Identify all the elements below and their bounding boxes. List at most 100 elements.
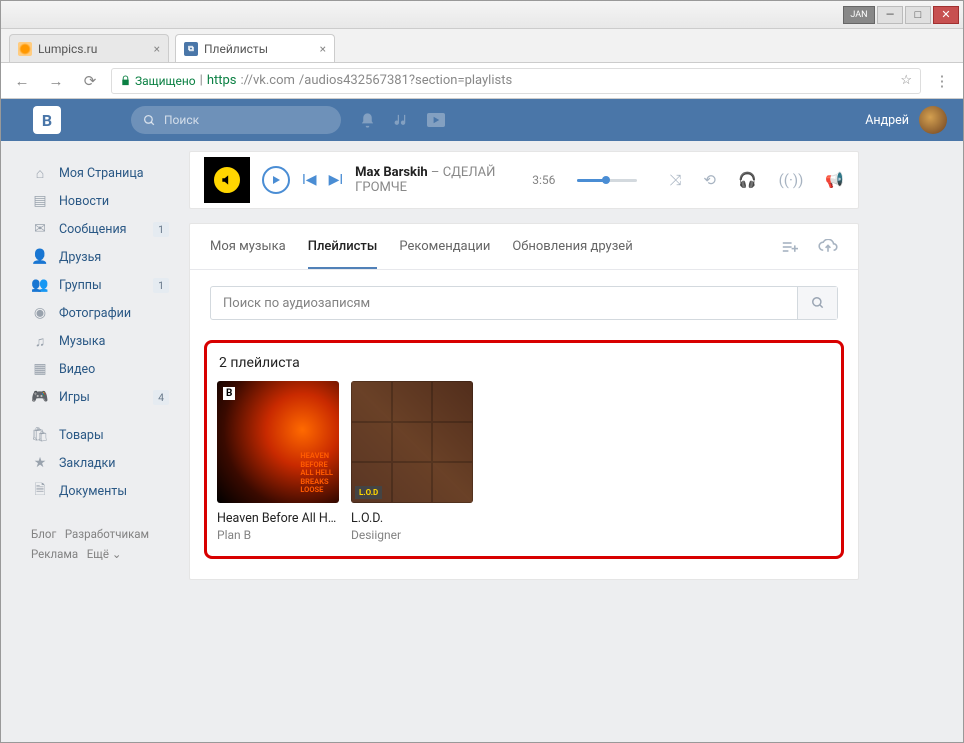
headphones-icon[interactable]: 🎧 bbox=[738, 171, 757, 189]
playlist-title: L.O.D. bbox=[351, 511, 473, 526]
sidebar-item-friends[interactable]: 👤Друзья bbox=[25, 243, 175, 271]
audio-player: I◀ ▶I Max Barskih – СДЕЛАЙ ГРОМЧЕ 3:56 ⤨… bbox=[189, 151, 859, 209]
sidebar-item-mypage[interactable]: ⌂Моя Страница bbox=[25, 159, 175, 187]
sidebar-footer: Блог Разработчикам Реклама Ещё ⌄ bbox=[25, 525, 175, 564]
vk-logo[interactable]: B bbox=[33, 106, 61, 134]
sidebar-item-bookmarks[interactable]: ★Закладки bbox=[25, 449, 175, 477]
close-icon[interactable]: × bbox=[154, 42, 160, 56]
sidebar: ⌂Моя Страница ▤Новости ✉Сообщения1 👤Друз… bbox=[25, 151, 175, 580]
sidebar-item-games[interactable]: 🎮Игры4 bbox=[25, 383, 175, 411]
friends-icon: 👤 bbox=[31, 249, 49, 265]
upload-icon[interactable] bbox=[818, 239, 838, 255]
bookmark-icon: ★ bbox=[31, 455, 49, 471]
play-button[interactable] bbox=[262, 166, 290, 194]
sidebar-item-messages[interactable]: ✉Сообщения1 bbox=[25, 215, 175, 243]
username: Андрей bbox=[865, 113, 909, 128]
close-button[interactable]: ✕ bbox=[933, 6, 959, 24]
playlist-cover bbox=[217, 381, 339, 503]
docs-icon: 🗎 bbox=[31, 479, 49, 503]
footer-devs[interactable]: Разработчикам bbox=[65, 527, 149, 541]
tab-playlists[interactable]: Плейлисты bbox=[308, 224, 378, 269]
avatar bbox=[919, 106, 947, 134]
prev-button[interactable]: I◀ bbox=[302, 172, 317, 188]
track-cover[interactable] bbox=[204, 157, 250, 203]
header-search[interactable]: Поиск bbox=[131, 106, 341, 134]
minimize-button[interactable]: — bbox=[877, 6, 903, 24]
tab-my-music[interactable]: Моя музыка bbox=[210, 224, 286, 269]
badge: 4 bbox=[153, 390, 169, 405]
playlist-item[interactable]: Heaven Before All Hell ... Plan B bbox=[217, 381, 339, 542]
search-icon bbox=[143, 114, 156, 127]
url-path: /audios432567381?section=playlists bbox=[299, 73, 512, 88]
sidebar-item-docs[interactable]: 🗎Документы bbox=[25, 477, 175, 505]
broadcast-icon[interactable]: ((·)) bbox=[779, 171, 804, 189]
tab-recommendations[interactable]: Рекомендации bbox=[399, 224, 490, 269]
photo-icon: ◉ bbox=[31, 305, 49, 321]
playlists-highlight: 2 плейлиста Heaven Before All Hell ... P… bbox=[204, 340, 844, 559]
music-tabs: Моя музыка Плейлисты Рекомендации Обновл… bbox=[190, 224, 858, 270]
tab-friend-updates[interactable]: Обновления друзей bbox=[512, 224, 632, 269]
groups-icon: 👥 bbox=[31, 277, 49, 293]
footer-blog[interactable]: Блог bbox=[31, 527, 56, 541]
player-icon[interactable] bbox=[427, 113, 445, 127]
repeat-icon[interactable]: ⟲ bbox=[703, 171, 716, 189]
audio-search-input[interactable]: Поиск по аудиозаписям bbox=[211, 287, 797, 319]
user-menu[interactable]: Андрей bbox=[865, 106, 947, 134]
music-icon[interactable] bbox=[394, 113, 409, 128]
url-host: ://vk.com bbox=[241, 73, 295, 88]
search-placeholder: Поиск bbox=[164, 113, 199, 127]
url-protocol: https bbox=[207, 73, 237, 88]
shuffle-icon[interactable]: ⤨ bbox=[669, 171, 681, 189]
back-button[interactable]: ← bbox=[9, 68, 35, 94]
playlist-artist: Desiigner bbox=[351, 528, 473, 542]
messages-icon: ✉ bbox=[31, 221, 49, 237]
sidebar-item-groups[interactable]: 👥Группы1 bbox=[25, 271, 175, 299]
footer-ads[interactable]: Реклама bbox=[31, 547, 78, 561]
address-field[interactable]: Защищено | https://vk.com/audios43256738… bbox=[111, 68, 921, 94]
sidebar-item-music[interactable]: ♫Музыка bbox=[25, 327, 175, 355]
browser-tabs: Lumpics.ru × ⧉ Плейлисты × bbox=[1, 29, 963, 63]
window-titlebar: JAN — □ ✕ bbox=[1, 1, 963, 29]
track-info: Max Barskih – СДЕЛАЙ ГРОМЧЕ bbox=[355, 165, 524, 195]
sidebar-item-video[interactable]: ▦Видео bbox=[25, 355, 175, 383]
add-playlist-icon[interactable] bbox=[780, 239, 800, 255]
speaker-icon bbox=[212, 165, 242, 195]
tab-lumpics[interactable]: Lumpics.ru × bbox=[9, 34, 169, 62]
vk-header: B Поиск Андрей bbox=[1, 99, 963, 141]
video-icon: ▦ bbox=[31, 361, 49, 377]
search-icon bbox=[811, 296, 825, 310]
playlists-heading: 2 плейлиста bbox=[217, 351, 831, 381]
sidebar-item-market[interactable]: 🛍Товары bbox=[25, 421, 175, 449]
search-button[interactable] bbox=[797, 287, 837, 319]
favicon-icon bbox=[18, 42, 32, 56]
maximize-button[interactable]: □ bbox=[905, 6, 931, 24]
audio-search-row: Поиск по аудиозаписям bbox=[190, 270, 858, 336]
extension-button[interactable]: JAN bbox=[843, 6, 875, 24]
sidebar-item-news[interactable]: ▤Новости bbox=[25, 187, 175, 215]
close-icon[interactable]: × bbox=[320, 42, 326, 56]
footer-more[interactable]: Ещё ⌄ bbox=[87, 547, 122, 561]
next-button[interactable]: ▶I bbox=[329, 172, 344, 188]
playlist-artist: Plan B bbox=[217, 528, 339, 542]
bookmark-star-icon[interactable]: ☆ bbox=[900, 73, 912, 88]
share-icon[interactable]: 📢 bbox=[825, 171, 844, 189]
notifications-icon[interactable] bbox=[359, 112, 376, 129]
music-section: Моя музыка Плейлисты Рекомендации Обновл… bbox=[189, 223, 859, 580]
tab-playlists[interactable]: ⧉ Плейлисты × bbox=[175, 34, 335, 62]
track-duration: 3:56 bbox=[532, 173, 555, 187]
main-column: I◀ ▶I Max Barskih – СДЕЛАЙ ГРОМЧЕ 3:56 ⤨… bbox=[189, 151, 859, 580]
forward-button[interactable]: → bbox=[43, 68, 69, 94]
music-icon: ♫ bbox=[31, 333, 49, 350]
playlist-item[interactable]: L.O.D L.O.D. Desiigner bbox=[351, 381, 473, 542]
menu-icon[interactable]: ⋮ bbox=[929, 68, 955, 94]
reload-button[interactable]: ⟳ bbox=[77, 68, 103, 94]
url-bar: ← → ⟳ Защищено | https://vk.com/audios43… bbox=[1, 63, 963, 99]
badge: 1 bbox=[153, 278, 169, 293]
tab-label: Плейлисты bbox=[204, 42, 268, 56]
volume-slider[interactable] bbox=[577, 170, 637, 190]
sidebar-item-photos[interactable]: ◉Фотографии bbox=[25, 299, 175, 327]
favicon-icon: ⧉ bbox=[184, 42, 198, 56]
playlist-cover: L.O.D bbox=[351, 381, 473, 503]
page-content: B Поиск Андрей ⌂Моя Страница ▤Новости ✉С… bbox=[1, 99, 963, 742]
tab-label: Lumpics.ru bbox=[38, 42, 97, 56]
